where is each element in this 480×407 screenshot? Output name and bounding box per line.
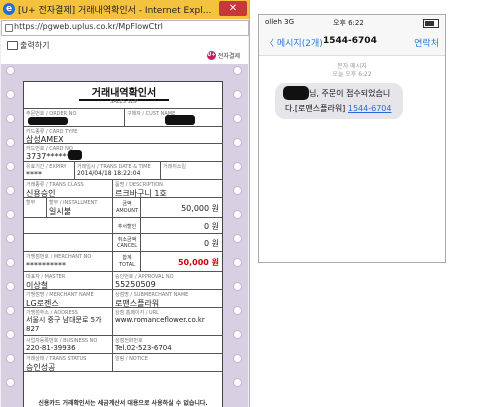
message-time: 오늘 오후 6:22 xyxy=(332,71,372,78)
merchant-name-label: 가맹점명 / MERCHANT NAME xyxy=(26,292,94,298)
trans-status-label: 거래상태 / TRANS STATUS xyxy=(26,356,87,362)
close-button[interactable]: ✕ xyxy=(219,1,247,16)
business-no-label: 사업자등록번호 / BUSINESS NO xyxy=(26,338,98,344)
row-master: 대표자 / MASTER 이상철 승인번호 / APPROVAL NO 5525… xyxy=(24,271,222,290)
redaction xyxy=(28,117,68,125)
amount-label-en: AMOUNT xyxy=(115,208,139,214)
row-cancel: 취소금액 CANCEL 0 원 xyxy=(24,233,222,252)
back-button[interactable]: 〈 메시지(2개) xyxy=(265,36,323,49)
uplus-logo-icon: U+ xyxy=(206,51,216,60)
total-value: 50,000 원 xyxy=(177,258,219,267)
master-label: 대표자 / MASTER xyxy=(26,274,66,280)
title-bar[interactable]: e [U+ 전자결제] 거래내역확인서 - Internet Expl... ✕ xyxy=(0,0,249,19)
address-value: 서울시 중구 남대문로 5가 827 xyxy=(26,316,102,333)
surcharge-label: 추서할인 xyxy=(117,224,137,230)
status-time: 오후 6:22 xyxy=(333,19,364,27)
trans-class-label: 거래종류 / TRANS CLASS xyxy=(26,182,84,188)
browser-window: e [U+ 전자결제] 거래내역확인서 - Internet Expl... ✕… xyxy=(0,0,250,407)
print-button[interactable]: 출력하기 xyxy=(7,40,49,51)
address-url[interactable]: https://pgweb.uplus.co.kr/MpFlowCtrl xyxy=(14,22,163,31)
lock-icon xyxy=(5,24,13,32)
amount-label: 금액 xyxy=(122,201,132,207)
cancel-value: 0 원 xyxy=(204,239,219,248)
row-card-no: 카드번호 / CARD NO 3737****** xyxy=(24,143,222,162)
installment-header: 할부 xyxy=(26,200,36,206)
row-card-type: 카드종류 / CARD TYPE 삼성AMEX xyxy=(24,126,222,144)
perforation-left xyxy=(6,66,18,406)
url-value: www.romanceflower.co.kr xyxy=(115,316,205,324)
expiry-value: **** xyxy=(26,170,42,179)
cancel-label: 취소금액 xyxy=(117,237,137,243)
amount-value: 50,000 원 xyxy=(181,204,219,213)
print-label: 출력하기 xyxy=(20,41,50,50)
card-no-label: 카드번호 / CARD NO xyxy=(26,146,73,152)
approval-value: 55250509 xyxy=(115,280,156,289)
row-business: 사업자등록번호 / BUSINESS NO 220-81-39936 상점전화번… xyxy=(24,335,222,354)
row-surcharge: 추서할인 0 원 xyxy=(24,217,222,234)
total-label: 합계 xyxy=(122,255,132,261)
url-label: 상점 홈페이지 / URL xyxy=(115,310,159,316)
message-line-2: 다.[로맨스플라워] 1544-6704 xyxy=(285,104,392,113)
row-merchant-name: 가맹점명 / MERCHANT NAME LG로젠스 상점명 / SUBMERC… xyxy=(24,289,222,308)
address-bar[interactable]: https://pgweb.uplus.co.kr/MpFlowCtrl xyxy=(1,20,249,36)
address-label: 가맹점주소 / ADDRESS xyxy=(26,310,78,316)
messages-nav-bar: 〈 메시지(2개) 1544-6704 연락처 xyxy=(259,31,445,56)
slip-footer-note: 신용카드 거래확인서는 세금계산서 대용으로 사용하실 수 없습니다. xyxy=(38,400,208,407)
cancel-date-label: 거래취소일 xyxy=(163,164,187,170)
phone-number-link[interactable]: 1544-6704 xyxy=(348,104,392,113)
perforation-right xyxy=(233,66,245,406)
installment-label: 할부 / INSTALLMENT xyxy=(49,200,98,206)
merchant-no-label: 가맹점번호 / MERCHANT NO xyxy=(26,254,92,260)
row-total: 가맹점번호 / MERCHANT NO ********** 합계 TOTAL … xyxy=(24,251,222,272)
trans-date-value: 2014/04/18 18:22:04 xyxy=(77,170,141,177)
contact-button[interactable]: 연락처 xyxy=(414,36,439,49)
sub-merchant-label: 상점명 / SUBMERCHANT NAME xyxy=(115,292,189,298)
trans-date-label: 거래일시 / TRANS DATE & TIME xyxy=(77,164,151,170)
merchant-no-value: ********** xyxy=(26,261,66,270)
cancel-label-en: CANCEL xyxy=(116,243,138,249)
message-line-1: 님, 주문이 접수되었습니 xyxy=(309,89,391,98)
row-class-desc: 거래종류 / TRANS CLASS 신용승인 품명 / DESCRIPTION… xyxy=(24,179,222,198)
redaction xyxy=(283,86,309,100)
lg-uplus-logo: U+ 전자결제 xyxy=(206,51,240,60)
card-no-value: 3737****** xyxy=(26,152,71,161)
notice-label: 알림 / NOTICE xyxy=(115,356,148,362)
redaction xyxy=(165,115,195,125)
logo-text: 전자결제 xyxy=(217,53,240,60)
approval-label: 승인번호 / APPROVAL NO xyxy=(115,274,174,280)
status-bar: olleh 3G 오후 6:22 xyxy=(259,15,445,31)
surcharge-value: 0 원 xyxy=(204,222,219,231)
message-bubble[interactable]: 님, 주문이 접수되었습니 다.[로맨스플라워] 1544-6704 xyxy=(275,83,403,119)
description-label: 품명 / DESCRIPTION xyxy=(115,182,163,188)
battery-icon xyxy=(423,19,439,28)
window-title: [U+ 전자결제] 거래내역확인서 - Internet Expl... xyxy=(18,6,212,16)
slip-subtitle: SALES SLIP xyxy=(110,99,138,105)
tel-value: Tel.02-523-6704 xyxy=(115,344,172,352)
row-status: 거래상태 / TRANS STATUS 승인성공 알림 / NOTICE xyxy=(24,353,222,372)
redaction xyxy=(68,150,82,160)
phone-screenshot: olleh 3G 오후 6:22 〈 메시지(2개) 1544-6704 연락처… xyxy=(258,14,446,263)
conversation-title: 1544-6704 xyxy=(323,36,377,46)
printer-icon xyxy=(7,41,18,50)
carrier: olleh 3G xyxy=(265,18,295,26)
row-amount: 할부 할부 / INSTALLMENT 일시불 금액 AMOUNT 50,000… xyxy=(24,197,222,218)
business-no-value: 220-81-39936 xyxy=(26,344,76,352)
sales-slip: 거래내역확인서 SALES SLIP 주문번호 / ORDER NO 구매자 /… xyxy=(23,81,223,407)
row-order: 주문번호 / ORDER NO 구매자 / CUST NAME xyxy=(24,108,222,127)
order-label: 주문번호 / ORDER NO xyxy=(26,111,77,117)
row-expiry-date: 유효기간 / EXPIRY **** 거래일시 / TRANS DATE & T… xyxy=(24,161,222,180)
ie-logo-icon: e xyxy=(3,3,15,15)
installment-value: 일시불 xyxy=(49,207,72,216)
total-label-en: TOTAL xyxy=(119,262,135,268)
row-address: 가맹점주소 / ADDRESS 서울시 중구 남대문로 5가 827 상점 홈페… xyxy=(24,307,222,336)
expiry-label: 유효기간 / EXPIRY xyxy=(26,164,67,170)
page-content: 출력하기 U+ 전자결제 거래내역확인서 SALES SLIP 주문번호 / O… xyxy=(1,36,248,407)
tel-label: 상점전화번호 xyxy=(115,338,143,344)
